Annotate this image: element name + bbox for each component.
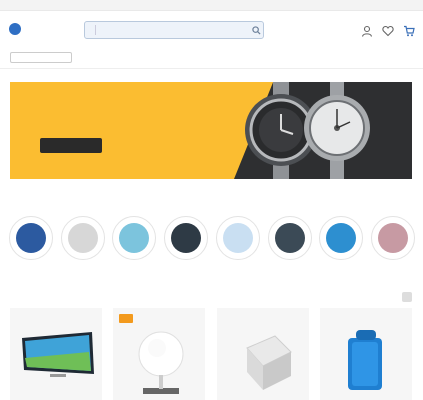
- category-item[interactable]: [8, 216, 54, 274]
- category-image: [9, 216, 53, 260]
- product-card[interactable]: [113, 308, 206, 400]
- category-thumb: [171, 223, 202, 253]
- category-item[interactable]: [370, 216, 416, 274]
- brand-logo[interactable]: [61, 189, 103, 207]
- product-card[interactable]: [319, 308, 412, 400]
- search-icon[interactable]: [249, 23, 263, 37]
- cart-icon[interactable]: [403, 24, 415, 37]
- category-image: [370, 216, 415, 260]
- category-thumb: [119, 223, 150, 253]
- main-nav: [0, 45, 423, 69]
- tv-image: [22, 332, 94, 377]
- category-item[interactable]: [215, 216, 261, 274]
- speaker-image: [347, 330, 382, 390]
- brand-logo[interactable]: [319, 189, 361, 207]
- category-item[interactable]: [111, 216, 157, 274]
- hero-banner[interactable]: [10, 82, 412, 179]
- logo-mark: [9, 23, 21, 35]
- brand-strip: [10, 186, 412, 210]
- category-item[interactable]: [163, 216, 209, 274]
- carousel-pager: [394, 292, 412, 302]
- category-image: [319, 216, 364, 260]
- category-thumb: [222, 223, 253, 253]
- site-logo[interactable]: [9, 21, 49, 37]
- brand-logo[interactable]: [164, 189, 206, 207]
- category-circles: [8, 216, 416, 274]
- site-header: [0, 11, 423, 45]
- product-row: [10, 308, 412, 400]
- brand-logo[interactable]: [113, 189, 155, 207]
- category-thumb: [67, 223, 98, 253]
- category-image: [60, 216, 105, 260]
- product-card[interactable]: [216, 308, 309, 400]
- category-thumb: [16, 223, 46, 253]
- brand-logo[interactable]: [216, 189, 258, 207]
- category-item[interactable]: [318, 216, 364, 274]
- all-categories-button[interactable]: [10, 52, 72, 63]
- product-tabs: [10, 290, 412, 304]
- category-thumb: [377, 223, 408, 253]
- category-image: [164, 216, 209, 260]
- box-image: [245, 335, 292, 390]
- search-bar[interactable]: [84, 21, 264, 39]
- category-thumb: [274, 223, 305, 253]
- top-bar: [0, 0, 423, 11]
- brand-logo[interactable]: [10, 189, 52, 207]
- category-image: [112, 216, 157, 260]
- brand-logo[interactable]: [267, 189, 309, 207]
- category-image: [267, 216, 312, 260]
- banner-cta-button[interactable]: [40, 138, 102, 153]
- user-icon[interactable]: [361, 24, 373, 37]
- brand-logo[interactable]: [370, 189, 412, 207]
- product-card[interactable]: [10, 308, 102, 400]
- heart-icon[interactable]: [382, 24, 394, 37]
- lamp-image: [138, 331, 184, 394]
- category-item[interactable]: [267, 216, 313, 274]
- category-item[interactable]: [60, 216, 106, 274]
- search-category-select[interactable]: [85, 25, 96, 35]
- pager-next-button[interactable]: [402, 292, 412, 302]
- watch-image: [245, 82, 370, 179]
- category-thumb: [326, 223, 357, 253]
- category-image: [215, 216, 260, 260]
- header-icons: [361, 24, 415, 37]
